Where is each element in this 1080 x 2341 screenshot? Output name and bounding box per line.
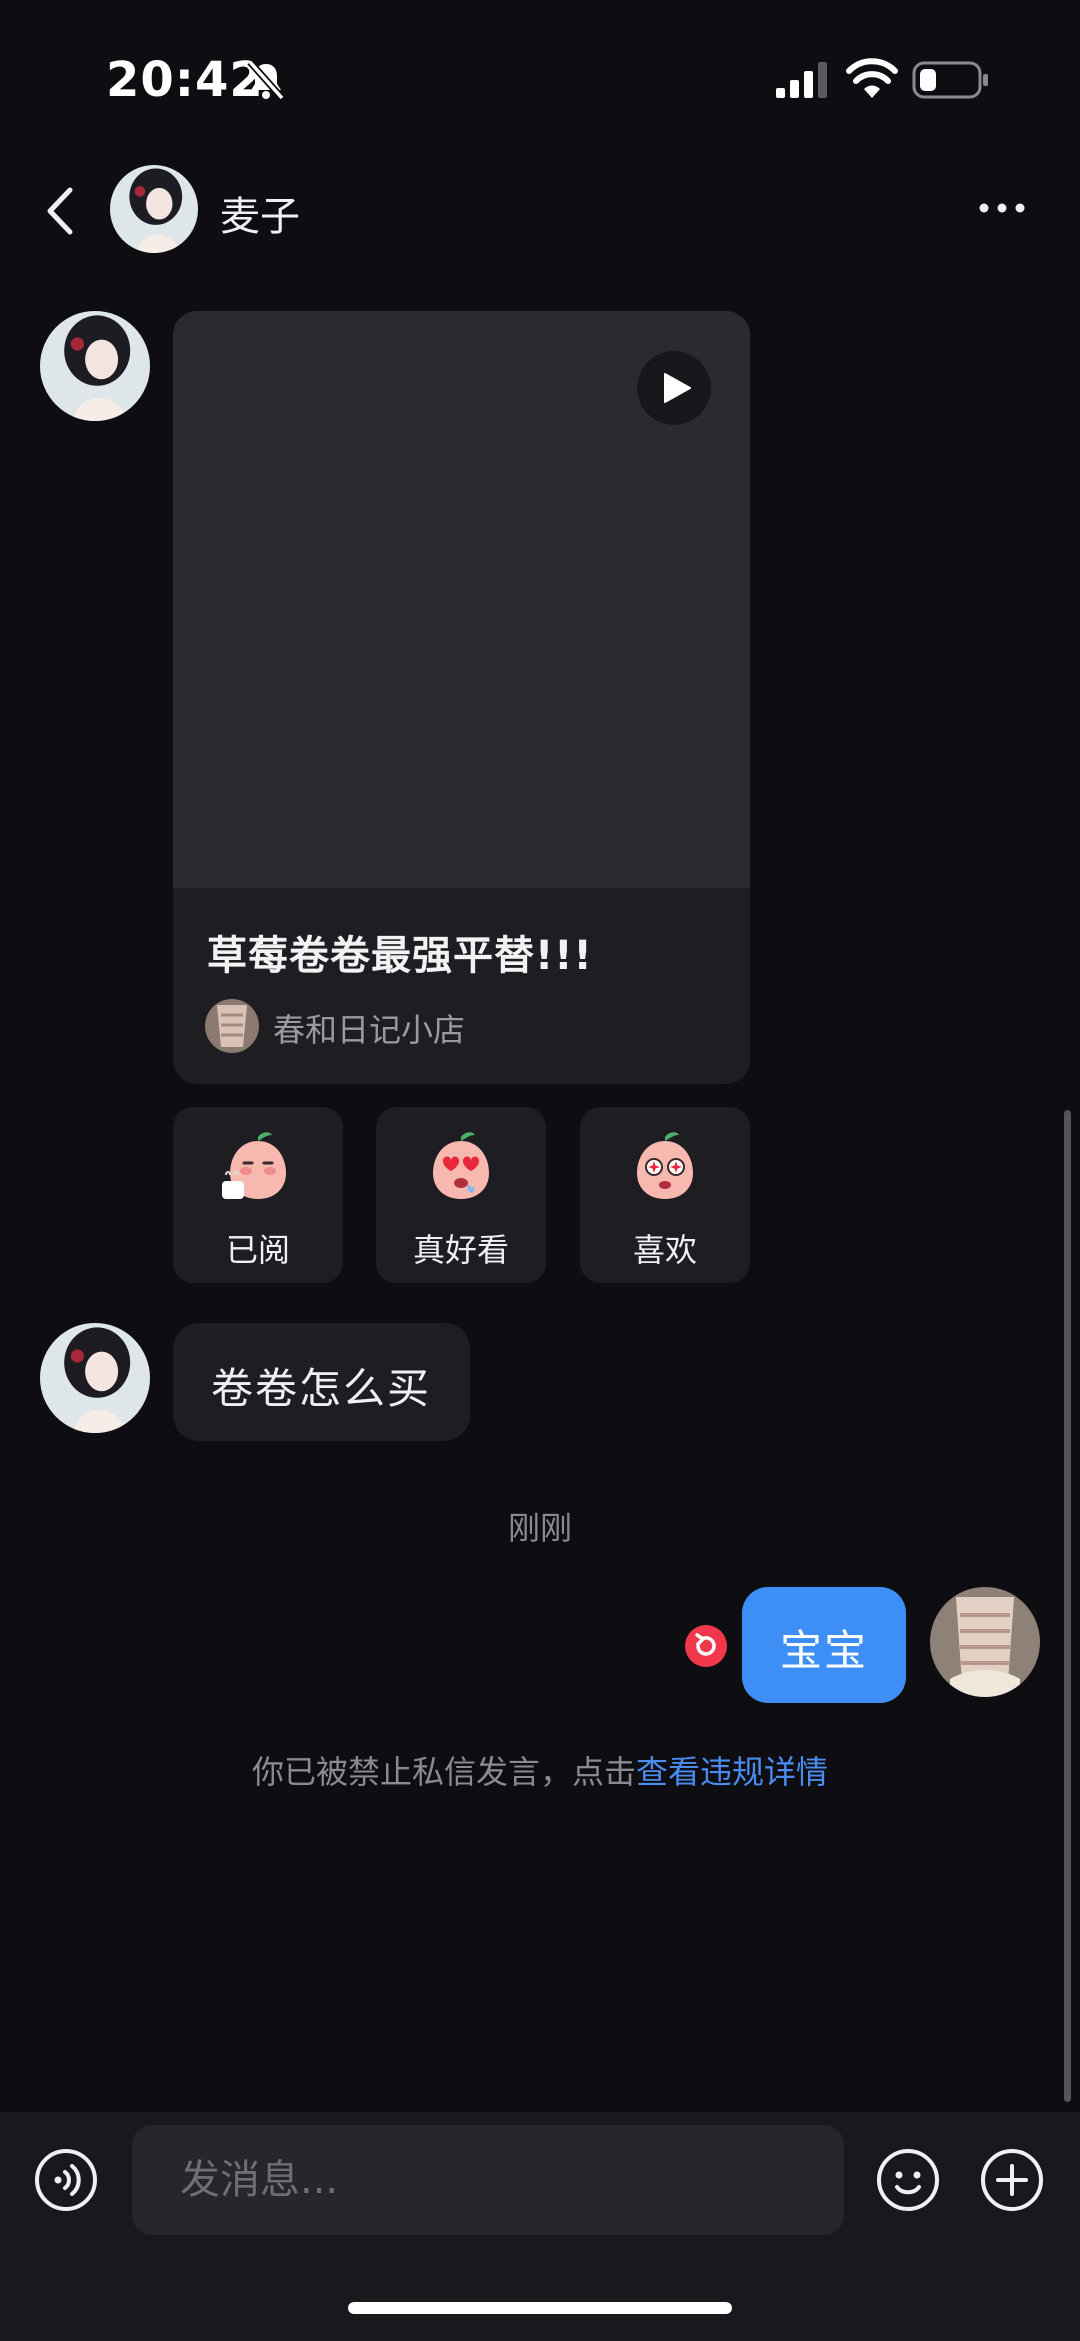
- view-violation-details-link[interactable]: 查看违规详情: [636, 1753, 828, 1791]
- sender-avatar[interactable]: [40, 1323, 150, 1433]
- more-options-icon[interactable]: [978, 200, 1026, 216]
- play-button[interactable]: [637, 351, 711, 425]
- post-author-name: 春和日记小店: [273, 1011, 466, 1049]
- reaction-label: 喜欢: [632, 1231, 697, 1269]
- post-author-avatar: [205, 999, 259, 1053]
- contact-name[interactable]: 麦子: [220, 184, 300, 242]
- sender-avatar-image: [40, 311, 150, 421]
- contact-avatar-image: [110, 165, 198, 253]
- reaction-label: 真好看: [412, 1231, 509, 1269]
- peach-heart-eyes-emoji-icon: [433, 1132, 489, 1199]
- incoming-message-bubble[interactable]: 卷卷怎么买: [173, 1323, 470, 1441]
- reaction-like[interactable]: 喜欢: [580, 1107, 750, 1283]
- scrollbar[interactable]: [1064, 1110, 1071, 2102]
- add-attachment-icon[interactable]: [980, 2148, 1044, 2212]
- my-avatar[interactable]: [930, 1587, 1040, 1697]
- cellular-signal-icon: [776, 62, 827, 98]
- voice-input-icon[interactable]: [34, 2148, 98, 2212]
- wifi-icon: [846, 58, 898, 98]
- ban-notice-text: 你已被禁止私信发言，点击: [251, 1753, 636, 1791]
- post-video-thumbnail[interactable]: [173, 311, 750, 888]
- resend-error-icon[interactable]: [684, 1624, 728, 1668]
- reaction-read[interactable]: 已阅: [173, 1107, 343, 1283]
- play-icon: [664, 373, 691, 403]
- message-text: 卷卷怎么买: [211, 1364, 432, 1413]
- back-arrow-icon[interactable]: [40, 184, 80, 238]
- sender-avatar-image: [40, 1323, 150, 1433]
- contact-avatar[interactable]: [110, 165, 198, 253]
- battery-icon: [912, 61, 988, 99]
- ban-notice: 你已被禁止私信发言，点击查看违规详情: [0, 1747, 1080, 1793]
- message-text: 宝宝: [779, 1626, 868, 1675]
- reaction-good-looking[interactable]: 真好看: [376, 1107, 546, 1283]
- my-avatar-image: [930, 1587, 1040, 1697]
- message-timestamp: 刚刚: [507, 1509, 572, 1547]
- sender-avatar[interactable]: [40, 311, 150, 421]
- reaction-label: 已阅: [225, 1231, 290, 1269]
- bell-muted-icon: [247, 59, 285, 101]
- status-time: 20:42: [106, 52, 264, 108]
- message-input[interactable]: [132, 2125, 844, 2235]
- peach-tea-emoji-icon: [222, 1132, 286, 1199]
- emoji-icon[interactable]: [876, 2148, 940, 2212]
- post-title: 草莓卷卷最强平替!!!: [207, 933, 593, 979]
- peach-starry-eyes-emoji-icon: [637, 1132, 693, 1199]
- shared-post-card[interactable]: 草莓卷卷最强平替!!! 春和日记小店: [173, 311, 750, 1084]
- home-indicator[interactable]: [348, 2302, 732, 2314]
- outgoing-message-bubble[interactable]: 宝宝: [742, 1587, 906, 1703]
